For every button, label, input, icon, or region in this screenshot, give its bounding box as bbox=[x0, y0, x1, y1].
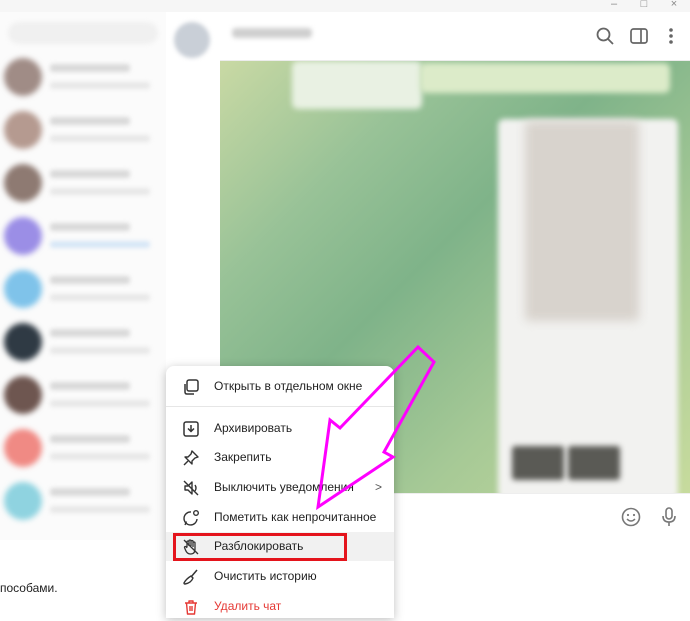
annotation-arrow bbox=[316, 344, 436, 511]
